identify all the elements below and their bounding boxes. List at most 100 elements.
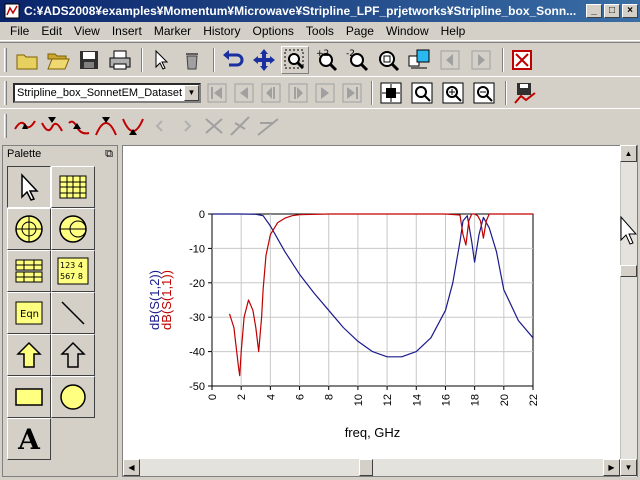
palette-polar-tool[interactable] (7, 208, 51, 250)
palette-polygon-tool[interactable] (7, 334, 51, 376)
palette-select-tool[interactable] (7, 166, 51, 208)
menu-history[interactable]: History (197, 24, 246, 38)
marker-max-icon (95, 116, 117, 135)
vertical-scrollbar[interactable]: ▲ ▼ (620, 145, 637, 477)
title-bar[interactable]: C:¥ADS2008¥examples¥Momentum¥Microwave¥S… (0, 0, 640, 22)
palette-text-tool[interactable]: A (7, 418, 51, 460)
menu-help[interactable]: Help (435, 24, 472, 38)
marker-center-button[interactable] (377, 79, 405, 107)
marker-cross-button[interactable] (202, 112, 226, 140)
zoom-box-button[interactable] (281, 45, 309, 74)
toolbar-grip[interactable] (4, 113, 7, 138)
chevron-down-icon[interactable]: ▼ (184, 84, 199, 101)
step-back-button[interactable] (259, 79, 283, 107)
vertical-scroll-thumb[interactable] (620, 265, 637, 277)
x-tick-label: 12 (382, 394, 394, 406)
export-plot-button[interactable] (511, 79, 539, 107)
marker-normal-button[interactable] (13, 112, 37, 140)
print-button[interactable] (106, 46, 134, 74)
menu-options[interactable]: Options (247, 24, 300, 38)
close-button[interactable]: × (622, 4, 638, 18)
zoom-fit-button[interactable] (374, 46, 402, 74)
x-tick-label: 10 (353, 394, 365, 406)
zoom-in-button[interactable]: +2 (312, 46, 340, 74)
menu-edit[interactable]: Edit (35, 24, 68, 38)
step-back-icon (261, 83, 281, 102)
first-record-button[interactable] (205, 79, 229, 107)
marker-zoom-out-button[interactable] (470, 79, 498, 107)
marker-peak-button[interactable] (94, 112, 118, 140)
x-axis-label: freq, GHz (345, 425, 401, 440)
right-triangle-icon (471, 50, 491, 69)
menu-tools[interactable]: Tools (300, 24, 340, 38)
palette-stacked-tool[interactable] (7, 250, 51, 292)
equation-text: Eqn (20, 309, 39, 320)
menu-page[interactable]: Page (340, 24, 380, 38)
delete-button[interactable] (178, 46, 206, 74)
marker-min-button[interactable] (121, 112, 145, 140)
new-button[interactable] (13, 46, 41, 74)
horizontal-scroll-thumb[interactable] (359, 459, 373, 476)
move-arrows-icon (253, 48, 275, 71)
pan-button[interactable] (250, 46, 278, 74)
toolbar-separator (141, 47, 143, 72)
marker-curve-icon (14, 119, 36, 130)
menu-file[interactable]: File (4, 24, 35, 38)
prev-page-button[interactable] (436, 46, 464, 74)
last-record-button[interactable] (340, 79, 364, 107)
marker-slope-button[interactable] (229, 112, 253, 140)
marker-right-button[interactable] (175, 112, 199, 140)
menu-window[interactable]: Window (380, 24, 435, 38)
select-button[interactable] (147, 46, 175, 74)
marker-slope-icon (230, 115, 250, 136)
step-forward-button[interactable] (286, 79, 310, 107)
dataset-dropdown[interactable]: Stripline_box_SonnetEM_Dataset ▼ (13, 82, 201, 103)
open-button[interactable] (44, 46, 72, 74)
palette-equation-tool[interactable]: Eqn (7, 292, 51, 334)
marker-zoom-in-button[interactable] (439, 79, 467, 107)
next-record-button[interactable] (313, 79, 337, 107)
dataset-value: Stripline_box_SonnetEM_Dataset (17, 86, 183, 99)
menu-insert[interactable]: Insert (106, 24, 148, 38)
palette-rectangle-tool[interactable] (7, 376, 51, 418)
marker-max-button[interactable] (67, 112, 91, 140)
zoom-box-icon (284, 49, 305, 69)
maximize-button[interactable]: □ (604, 4, 620, 18)
x-tick-label: 0 (207, 394, 219, 400)
marker-line-button[interactable] (256, 112, 280, 140)
palette-circle-tool[interactable] (51, 376, 95, 418)
palette-rect-plot-tool[interactable] (51, 166, 95, 208)
menu-view[interactable]: View (68, 24, 106, 38)
prev-record-button[interactable] (232, 79, 256, 107)
marker-left-button[interactable] (148, 112, 172, 140)
undo-button[interactable] (219, 46, 247, 74)
palette-title: Palette (7, 148, 42, 160)
toolbar-separator (505, 80, 507, 105)
palette-polyline-tool[interactable] (51, 334, 95, 376)
palette-list-tool[interactable]: 123 4 567 8 (51, 250, 95, 292)
menu-marker[interactable]: Marker (148, 24, 197, 38)
main-toolbar: +2 -2 (0, 42, 640, 76)
horizontal-scrollbar[interactable]: ◀ ▶ (123, 459, 620, 476)
sparameter-plot[interactable]: 0 2 4 6 8 10 12 14 16 18 20 22 0 -10 -20 -30 -40 -50 freq,… (123, 146, 619, 458)
scroll-down-button[interactable]: ▼ (620, 459, 637, 476)
scroll-right-button[interactable]: ▶ (603, 459, 620, 476)
toolbar-grip[interactable] (4, 80, 7, 105)
toolbar-grip[interactable] (4, 47, 7, 72)
view-all-button[interactable] (405, 46, 433, 74)
next-page-button[interactable] (467, 46, 495, 74)
trash-icon (186, 52, 198, 69)
scroll-left-button[interactable]: ◀ (123, 459, 140, 476)
scroll-up-button[interactable]: ▲ (620, 145, 637, 162)
dock-icon[interactable]: ⧉ (105, 148, 113, 161)
minimize-button[interactable]: _ (586, 4, 602, 18)
zoom-out-button[interactable]: -2 (343, 46, 371, 74)
palette-smith-tool[interactable] (51, 208, 95, 250)
mouse-cursor-icon (620, 216, 638, 245)
marker-delta-button[interactable] (40, 112, 64, 140)
palette-line-tool[interactable] (51, 292, 95, 334)
marker-zoom-button[interactable] (408, 79, 436, 107)
save-button[interactable] (75, 46, 103, 74)
stop-button[interactable] (508, 46, 536, 74)
zoom-out-icon: -2 (346, 49, 369, 71)
